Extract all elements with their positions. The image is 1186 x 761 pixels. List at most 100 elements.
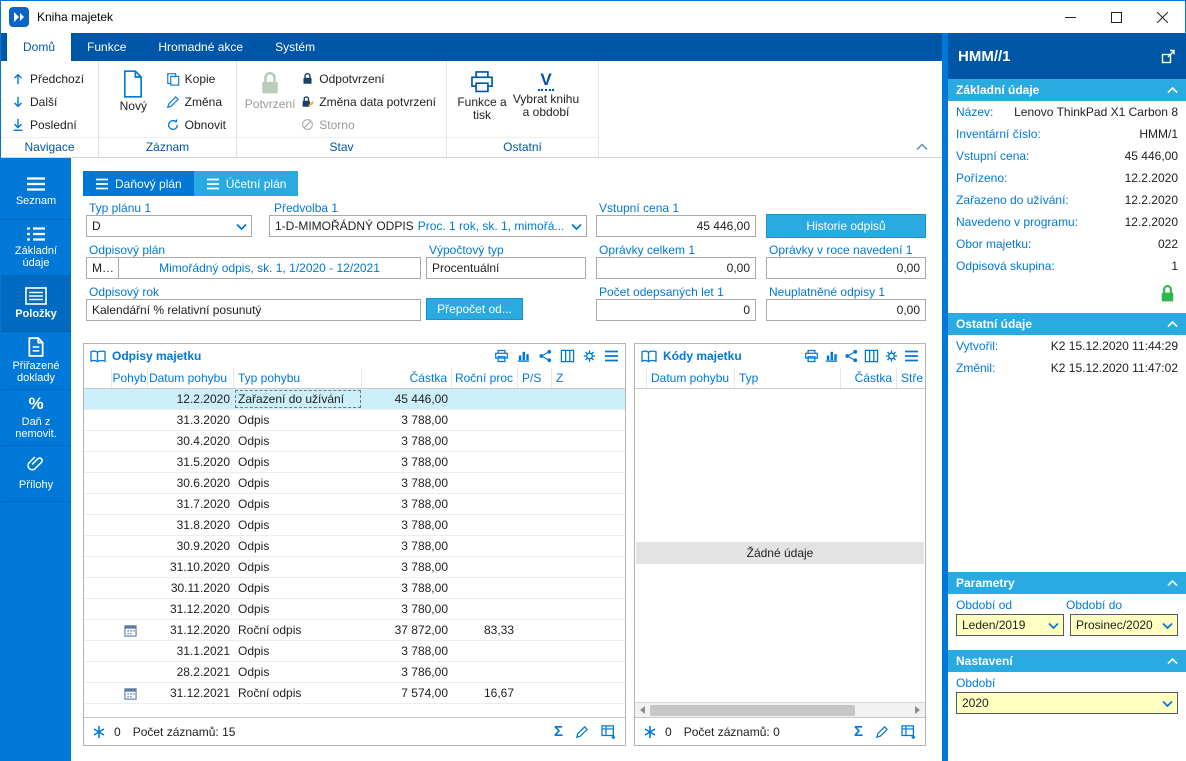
tab-system[interactable]: Systém (259, 33, 331, 61)
share-icon[interactable] (844, 349, 859, 363)
print-icon[interactable] (494, 349, 509, 363)
obdobi-select[interactable]: 2020 (956, 692, 1178, 714)
header-ps[interactable]: P/S (518, 368, 552, 388)
scrollbar-thumb[interactable] (650, 705, 855, 716)
sum-icon[interactable]: Σ (554, 725, 563, 739)
select-book-period-button[interactable]: V Vybrat knihu a období (511, 67, 581, 137)
opravky-roce-field[interactable]: 0,00 (766, 257, 926, 279)
section-ostatni-udaje[interactable]: Ostatní údaje (948, 313, 1186, 335)
ribbon-collapse-button[interactable] (916, 143, 928, 151)
table-row[interactable]: 31.1.2021 Odpis 3 788,00 (84, 641, 625, 662)
obdobi-od-select[interactable]: Leden/2019 (956, 614, 1064, 636)
minimize-button[interactable] (1047, 1, 1093, 33)
functions-print-button[interactable]: Funkce a tisk (453, 67, 511, 137)
expand-panel-button[interactable] (1161, 49, 1176, 64)
header-castka[interactable]: Částka (362, 368, 452, 388)
odpisovy-plan-code-field[interactable]: M11 (86, 257, 119, 279)
vstupni-cena-field[interactable]: 45 446,00 (596, 215, 756, 237)
gear-icon[interactable] (884, 349, 899, 363)
refresh-button[interactable]: Obnovit (162, 113, 230, 136)
table-add-icon[interactable] (901, 725, 917, 739)
table-row[interactable]: 31.12.2020 Odpis 3 780,00 (84, 599, 625, 620)
tab-funkce[interactable]: Funkce (71, 33, 142, 61)
maximize-button[interactable] (1093, 1, 1139, 33)
odpisovy-plan-name-field[interactable]: Mimořádný odpis, sk. 1, 1/2020 - 12/2021 (118, 257, 421, 279)
tab-hromadne-akce[interactable]: Hromadné akce (142, 33, 259, 61)
vypoctovy-typ-field[interactable]: Procentuální (426, 257, 586, 279)
table-row[interactable]: 30.6.2020 Odpis 3 788,00 (84, 473, 625, 494)
header-rocni-proc[interactable]: Roční proc (452, 368, 518, 388)
header-z[interactable]: Z (552, 368, 625, 388)
storno-button[interactable]: Storno (297, 113, 440, 136)
pocet-let-field[interactable]: 0 (596, 299, 756, 321)
tab-danovy-plan[interactable]: Daňový plán (83, 171, 194, 196)
sidebar-item-prilohy[interactable]: Přílohy (1, 446, 71, 502)
table-row[interactable]: 30.11.2020 Odpis 3 788,00 (84, 578, 625, 599)
odpisovy-rok-field[interactable]: Kalendářní % relativní posunutý (86, 299, 421, 321)
header-stredisko[interactable]: Stře (897, 368, 925, 388)
typ-planu-select[interactable]: D (86, 215, 252, 237)
table-row[interactable]: 28.2.2021 Odpis 3 786,00 (84, 662, 625, 683)
horizontal-scrollbar[interactable] (635, 702, 925, 717)
obdobi-do-select[interactable]: Prosinec/2020 (1070, 614, 1178, 636)
next-button[interactable]: Další (7, 90, 88, 113)
tab-domu[interactable]: Domů (7, 33, 71, 61)
table-row[interactable]: 31.10.2020 Odpis 3 788,00 (84, 557, 625, 578)
edit-button[interactable]: Změna (162, 90, 230, 113)
section-parametry[interactable]: Parametry (948, 572, 1186, 594)
tab-ucetni-plan[interactable]: Účetní plán (194, 171, 299, 196)
header-typ-pohybu[interactable]: Typ pohybu (234, 368, 362, 388)
share-icon[interactable] (538, 349, 553, 363)
asterisk-icon[interactable] (92, 725, 106, 739)
sidebar-item-zakladni-udaje[interactable]: Základní údaje (1, 220, 71, 276)
predvolba-select[interactable]: 1-D-MIMOŘÁDNÝ ODPIS Proc. 1 rok, sk. 1, … (269, 215, 587, 237)
pencil-icon[interactable] (875, 725, 889, 739)
unconfirm-button[interactable]: Odpotvrzení (297, 67, 440, 90)
confirm-button[interactable]: Potvrzení (243, 67, 297, 137)
table-row[interactable]: 31.5.2020 Odpis 3 788,00 (84, 452, 625, 473)
menu-icon[interactable] (604, 350, 619, 362)
section-zakladni-udaje[interactable]: Základní údaje (948, 79, 1186, 101)
header-pohyb[interactable]: Pohyb (112, 368, 148, 388)
table-row[interactable]: 31.8.2020 Odpis 3 788,00 (84, 515, 625, 536)
new-button[interactable]: Nový (105, 67, 162, 137)
prepocet-button[interactable]: Přepočet od... (426, 298, 523, 320)
scroll-left-arrow[interactable] (635, 703, 650, 717)
chart-icon[interactable] (824, 349, 839, 363)
header-datum-pohybu[interactable]: Datum pohybu (647, 368, 735, 388)
section-nastaveni[interactable]: Nastavení (948, 650, 1186, 672)
sum-icon[interactable]: Σ (854, 725, 863, 739)
table-row[interactable]: 31.12.2021 Roční odpis 7 574,00 16,67 (84, 683, 625, 704)
columns-icon[interactable] (560, 349, 575, 363)
print-icon[interactable] (804, 349, 819, 363)
chart-icon[interactable] (516, 349, 531, 363)
gear-icon[interactable] (582, 349, 597, 363)
table-row[interactable]: 30.4.2020 Odpis 3 788,00 (84, 431, 625, 452)
table-row[interactable]: 31.12.2020 Roční odpis 37 872,00 83,33 (84, 620, 625, 641)
prev-button[interactable]: Předchozí (7, 67, 88, 90)
table-row[interactable]: 31.3.2020 Odpis 3 788,00 (84, 410, 625, 431)
sidebar-item-prirazene-doklady[interactable]: Přiřazené doklady (1, 332, 71, 390)
opravky-celkem-field[interactable]: 0,00 (596, 257, 756, 279)
header-datum-pohybu[interactable]: Datum pohybu (148, 368, 234, 388)
neuplatnene-field[interactable]: 0,00 (766, 299, 926, 321)
table-row[interactable]: 30.9.2020 Odpis 3 788,00 (84, 536, 625, 557)
header-typ[interactable]: Typ (735, 368, 841, 388)
menu-icon[interactable] (904, 350, 919, 362)
pencil-icon[interactable] (575, 725, 589, 739)
sidebar-item-dan-z-nemovit[interactable]: % Daň z nemovit. (1, 390, 71, 446)
table-row[interactable]: 31.7.2020 Odpis 3 788,00 (84, 494, 625, 515)
change-confirm-date-button[interactable]: Změna data potvrzení (297, 90, 440, 113)
table-add-icon[interactable] (601, 725, 617, 739)
sidebar-item-seznam[interactable]: Seznam (1, 164, 71, 220)
sidebar-item-polozky[interactable]: Položky (1, 276, 71, 332)
copy-button[interactable]: Kopie (162, 67, 230, 90)
asterisk-icon[interactable] (643, 725, 657, 739)
scroll-right-arrow[interactable] (910, 703, 925, 717)
last-button[interactable]: Poslední (7, 113, 88, 136)
close-button[interactable] (1139, 1, 1185, 33)
header-castka[interactable]: Částka (841, 368, 897, 388)
historie-odpisu-button[interactable]: Historie odpisů (766, 214, 926, 238)
table-row[interactable]: 12.2.2020 Zařazení do užívání 45 446,00 (84, 389, 625, 410)
columns-icon[interactable] (864, 349, 879, 363)
